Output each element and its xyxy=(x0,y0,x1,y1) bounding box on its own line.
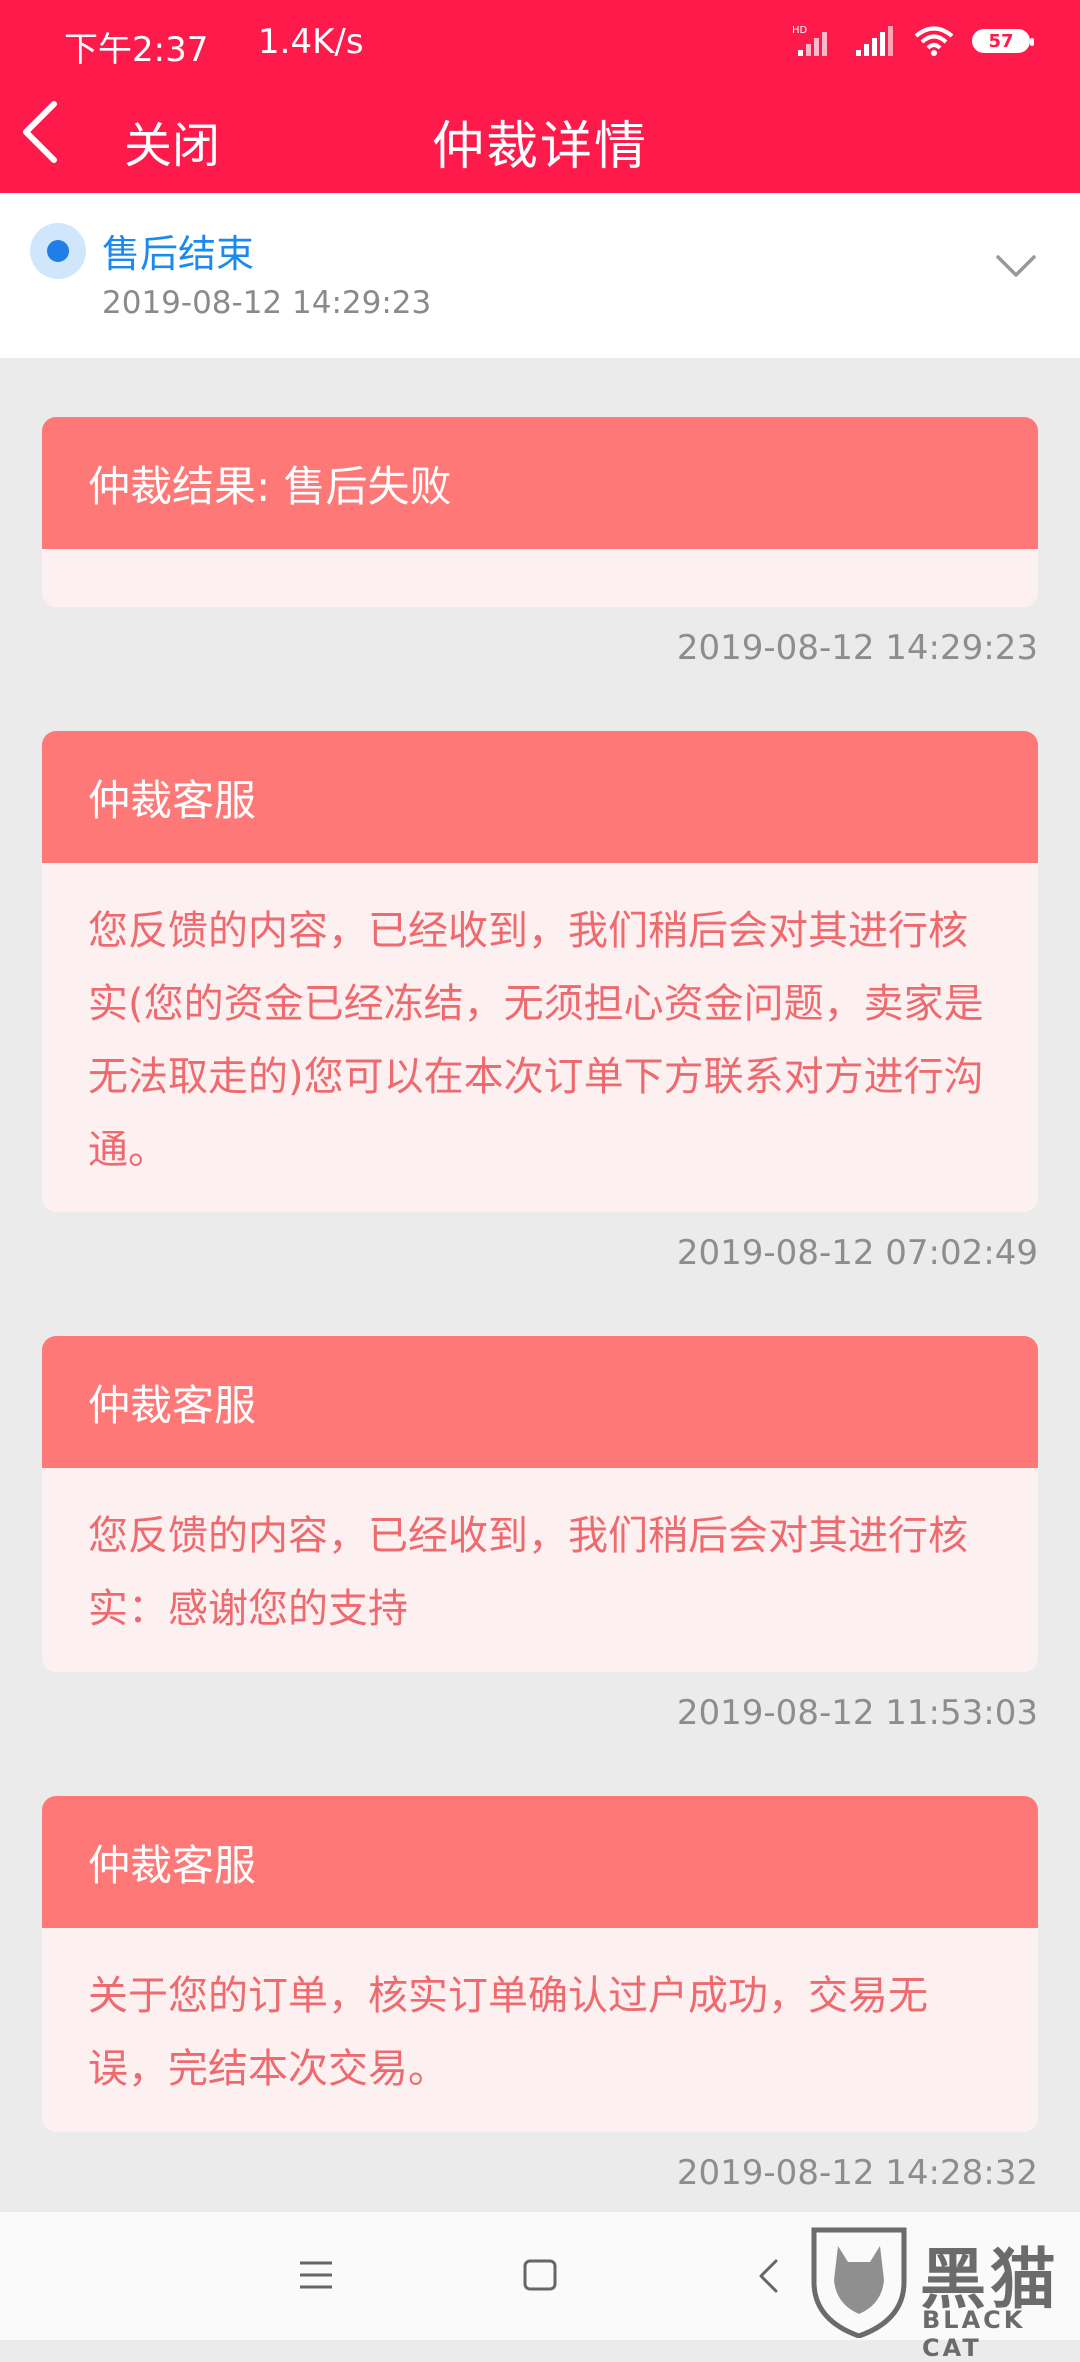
card-body xyxy=(42,549,1038,581)
arbitration-card: 仲裁结果: 售后失败 xyxy=(42,417,1038,607)
status-timestamp: 2019-08-12 14:29:23 xyxy=(102,285,432,321)
network-speed: 1.4K/s xyxy=(258,22,364,62)
hd-label: HD xyxy=(792,25,808,36)
card-timestamp: 2019-08-12 11:53:03 xyxy=(676,1693,1038,1733)
card-body: 关于您的订单，核实订单确认过户成功，交易无误，完结本次交易。 xyxy=(88,1973,928,2092)
nav-back-icon[interactable] xyxy=(756,2258,780,2294)
card-title: 仲裁客服 xyxy=(42,1336,1038,1468)
arbitration-card: 仲裁客服 关于您的订单，核实订单确认过户成功，交易无误，完结本次交易。 xyxy=(42,1796,1038,2132)
home-icon[interactable] xyxy=(522,2258,558,2292)
card-body: 您反馈的内容，已经收到，我们稍后会对其进行核实(您的资金已经冻结，无须担心资金问… xyxy=(88,908,984,1173)
card-title: 仲裁结果: 售后失败 xyxy=(42,417,1038,549)
card-timestamp: 2019-08-12 14:29:23 xyxy=(676,628,1038,668)
app-header: 下午2:37 1.4K/s HD 57 关闭 仲裁详情 xyxy=(0,0,1080,193)
status-row[interactable]: 售后结束 2019-08-12 14:29:23 xyxy=(0,193,1080,358)
status-dot-inner xyxy=(47,240,69,262)
watermark-subtext: BLACK CAT xyxy=(922,2306,1026,2362)
card-timestamp: 2019-08-12 14:28:32 xyxy=(676,2153,1038,2193)
status-icons: HD 57 xyxy=(792,24,1034,58)
cat-shield-icon xyxy=(811,2227,907,2338)
status-time: 下午2:37 xyxy=(64,30,209,70)
hd-signal-icon: HD xyxy=(792,25,827,56)
card-timestamp: 2019-08-12 07:02:49 xyxy=(676,1233,1038,1273)
card-title: 仲裁客服 xyxy=(42,1796,1038,1928)
card-body: 您反馈的内容，已经收到，我们稍后会对其进行核实：感谢您的支持 xyxy=(88,1513,968,1632)
wifi-icon xyxy=(914,26,954,56)
page-title: 仲裁详情 xyxy=(431,117,648,177)
status-label: 售后结束 xyxy=(102,232,255,276)
card-title: 仲裁客服 xyxy=(42,731,1038,863)
arbitration-card: 仲裁客服 您反馈的内容，已经收到，我们稍后会对其进行核实：感谢您的支持 xyxy=(42,1336,1038,1672)
menu-icon[interactable] xyxy=(298,2258,334,2292)
arbitration-card: 仲裁客服 您反馈的内容，已经收到，我们稍后会对其进行核实(您的资金已经冻结，无须… xyxy=(42,731,1038,1212)
battery-icon: 57 xyxy=(972,29,1034,53)
signal-icon xyxy=(856,26,893,56)
watermark-logo: 黑猫 BLACK CAT xyxy=(804,2222,1074,2362)
chevron-down-icon[interactable] xyxy=(994,251,1038,281)
status-dot-icon xyxy=(30,223,86,279)
